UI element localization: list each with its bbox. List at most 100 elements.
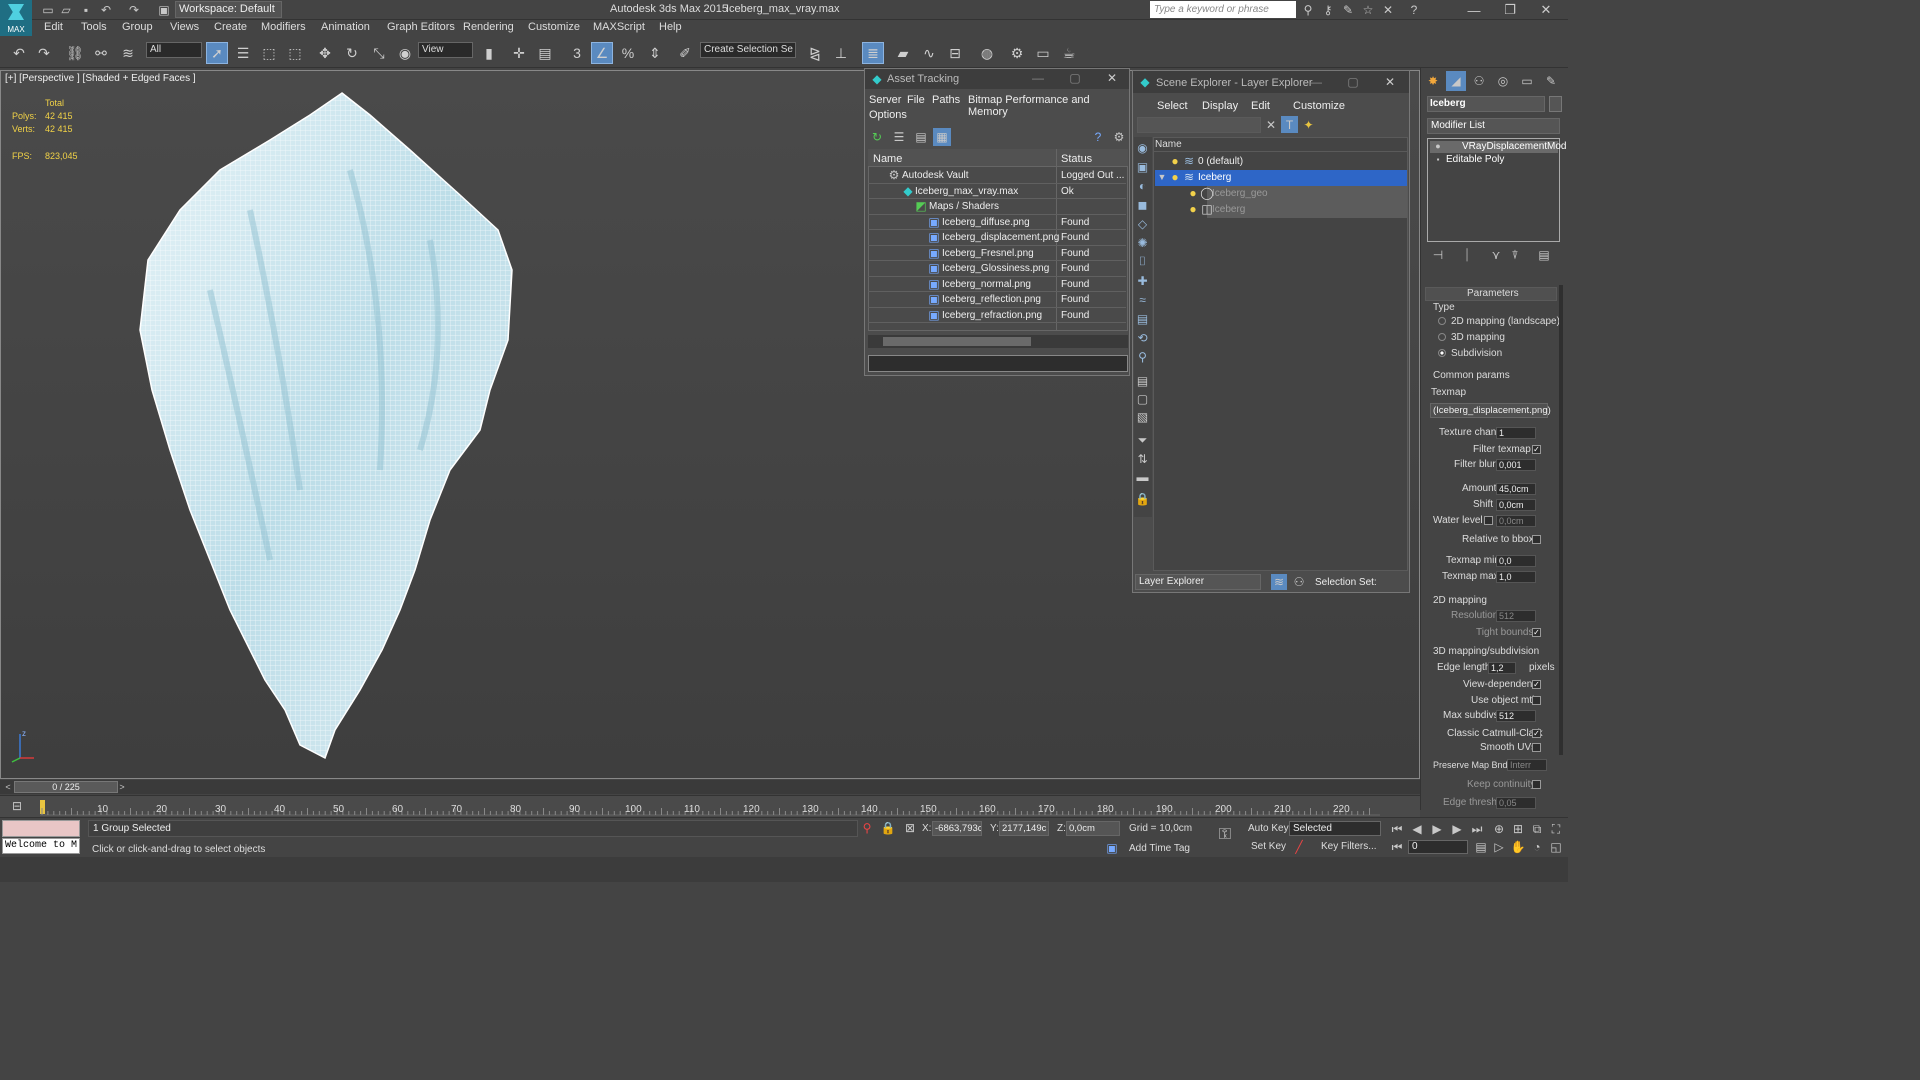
- smooth-uvs-checkbox[interactable]: [1532, 743, 1541, 752]
- hierarchy-tab-icon[interactable]: ⚇: [1470, 72, 1488, 90]
- mini-curve-editor-icon[interactable]: ⊟: [8, 798, 26, 814]
- select-invert-icon[interactable]: ▧: [1135, 409, 1150, 424]
- absolute-mode-icon[interactable]: ⊠: [903, 821, 917, 835]
- display-groups-icon[interactable]: ▤: [1135, 311, 1150, 326]
- display-lights-icon[interactable]: ✺: [1135, 235, 1150, 250]
- menu-create[interactable]: Create: [214, 21, 247, 33]
- table-view-icon[interactable]: ▦: [933, 128, 951, 146]
- select-manipulate-icon[interactable]: ✛: [508, 42, 530, 64]
- redo-icon[interactable]: ↷: [33, 42, 55, 64]
- rect-selection-icon[interactable]: ⬚: [258, 42, 280, 64]
- add-time-tag-button[interactable]: Add Time Tag: [1129, 843, 1190, 854]
- preserve-map-dropdown[interactable]: Interr: [1507, 759, 1547, 771]
- asset-menu-file[interactable]: File: [907, 94, 925, 106]
- water-level-checkbox[interactable]: [1484, 516, 1493, 525]
- undo-quick-icon[interactable]: ↶: [98, 2, 114, 18]
- goto-end-icon[interactable]: ⏭: [1470, 822, 1484, 836]
- modifier-bulb-icon[interactable]: ●: [1433, 140, 1443, 152]
- asset-close-button[interactable]: ✕: [1105, 71, 1119, 85]
- open-file-icon[interactable]: ▱: [58, 2, 74, 18]
- light-bulb-icon[interactable]: ●: [1187, 186, 1199, 200]
- find-wildcard-icon[interactable]: ✦: [1300, 116, 1317, 133]
- search-input[interactable]: Type a keyword or phrase: [1150, 1, 1296, 18]
- graphite-toggle-icon[interactable]: ▰: [892, 42, 914, 64]
- texture-chan-spinner[interactable]: 1: [1496, 427, 1536, 439]
- asset-col-name[interactable]: Name: [873, 153, 902, 165]
- named-selection-dropdown[interactable]: Create Selection Se: [700, 42, 796, 58]
- display-shapes-icon[interactable]: ◇: [1135, 216, 1150, 231]
- viewport-label[interactable]: [+] [Perspective ] [Shaded + Edged Faces…: [5, 73, 196, 84]
- favorites-icon[interactable]: ☆: [1360, 2, 1376, 18]
- scene-minimize-button[interactable]: —: [1309, 75, 1323, 89]
- object-name-field[interactable]: Iceberg: [1427, 96, 1545, 112]
- tree-item[interactable]: ● ◯ Iceberg_geo: [1189, 186, 1407, 202]
- menu-tools[interactable]: Tools: [81, 21, 107, 33]
- schematic-view-icon[interactable]: ⊟: [944, 42, 966, 64]
- rendered-frame-icon[interactable]: ▭: [1032, 42, 1054, 64]
- scene-col-name[interactable]: Name: [1155, 139, 1182, 150]
- asset-col-status[interactable]: Status: [1061, 153, 1092, 165]
- ref-coord-dropdown[interactable]: View: [418, 42, 473, 58]
- display-none-icon[interactable]: ◉: [1135, 140, 1150, 155]
- field-of-view-icon[interactable]: ▷: [1492, 840, 1506, 854]
- maxscript-listener-input[interactable]: Welcome to M: [2, 838, 80, 854]
- link-icon[interactable]: ⛓: [64, 42, 86, 64]
- display-geometry-icon[interactable]: ◼: [1135, 197, 1150, 212]
- select-by-name-icon[interactable]: ☰: [232, 42, 254, 64]
- expand-plus-icon[interactable]: ▪: [1433, 153, 1443, 165]
- prev-frame-arrow-icon[interactable]: <: [2, 781, 14, 793]
- key-filters-button[interactable]: Key Filters...: [1321, 841, 1377, 852]
- selection-lock-icon[interactable]: 🔒: [881, 821, 896, 835]
- edit-named-sel-icon[interactable]: ✐: [674, 42, 696, 64]
- lock-icon[interactable]: 🔒: [1135, 491, 1150, 506]
- spinner-snap-icon[interactable]: ⇕: [644, 42, 666, 64]
- radio-subdivision[interactable]: [1438, 349, 1446, 357]
- find-case-icon[interactable]: T: [1281, 116, 1298, 133]
- edge-length-spinner[interactable]: 1,2: [1488, 662, 1516, 674]
- set-key-icon[interactable]: ╱: [1291, 840, 1307, 854]
- table-row[interactable]: ▣ Iceberg_Fresnel.png Found: [868, 246, 1126, 261]
- table-row[interactable]: ⚙ Autodesk Vault Logged Out ...: [868, 168, 1126, 184]
- asset-path-field[interactable]: [868, 355, 1128, 372]
- radio-2d-mapping[interactable]: [1438, 317, 1446, 325]
- tight-bounds-checkbox[interactable]: ✓: [1532, 628, 1541, 637]
- menu-animation[interactable]: Animation: [321, 21, 370, 33]
- scene-menu-display[interactable]: Display: [1202, 100, 1238, 112]
- key-icon[interactable]: ⚷: [1320, 2, 1336, 18]
- play-icon[interactable]: ▶: [1430, 822, 1444, 836]
- subscription-icon[interactable]: ✎: [1340, 2, 1356, 18]
- layer-explorer-icon[interactable]: ≣: [862, 42, 884, 64]
- command-panel-scrollbar[interactable]: [1559, 285, 1563, 755]
- table-row[interactable]: ▣ Iceberg_displacement.png Found: [868, 230, 1126, 246]
- scrollbar-thumb[interactable]: [883, 337, 1031, 346]
- layer-mode-icon[interactable]: ≋: [1271, 574, 1287, 590]
- tree-item[interactable]: ● ◫ Iceberg: [1189, 202, 1407, 218]
- isolate-selection-icon[interactable]: ⚲: [860, 821, 874, 835]
- scene-find-input[interactable]: [1137, 117, 1261, 133]
- menu-graph-editors[interactable]: Graph Editors: [387, 21, 455, 33]
- relative-bbox-checkbox[interactable]: [1532, 535, 1541, 544]
- placement-icon[interactable]: ◉: [394, 42, 416, 64]
- texmap-button[interactable]: (Iceberg_displacement.png): [1430, 403, 1551, 418]
- select-all-icon[interactable]: ▤: [1135, 373, 1150, 388]
- edge-thresh-spinner[interactable]: 0,05: [1496, 797, 1536, 809]
- stack-item[interactable]: ● VRayDisplacementMod: [1430, 140, 1567, 153]
- texmap-max-spinner[interactable]: 1,0: [1496, 571, 1536, 583]
- motion-tab-icon[interactable]: ◎: [1494, 72, 1512, 90]
- time-slider-track[interactable]: [0, 780, 1420, 794]
- select-object-icon[interactable]: ➚: [206, 42, 228, 64]
- close-button[interactable]: ✕: [1528, 1, 1564, 19]
- unlink-icon[interactable]: ⚯: [90, 42, 112, 64]
- list-view-icon[interactable]: ☰: [891, 129, 907, 145]
- menu-views[interactable]: Views: [170, 21, 199, 33]
- display-tab-icon[interactable]: ▭: [1518, 72, 1536, 90]
- display-spacewarps-icon[interactable]: ≈: [1135, 292, 1150, 307]
- max-subdivs-spinner[interactable]: 512: [1496, 710, 1536, 722]
- view-dependent-checkbox[interactable]: ✓: [1532, 680, 1541, 689]
- table-row[interactable]: ◩ Maps / Shaders: [868, 199, 1126, 215]
- z-coord-field[interactable]: 0,0cm: [1066, 821, 1120, 836]
- keep-continuity-checkbox[interactable]: [1532, 780, 1541, 789]
- asset-menu-options[interactable]: Options: [869, 109, 907, 121]
- maximize-viewport-icon[interactable]: ◱: [1549, 840, 1563, 854]
- table-row[interactable]: ▣ Iceberg_refraction.png Found: [868, 308, 1126, 323]
